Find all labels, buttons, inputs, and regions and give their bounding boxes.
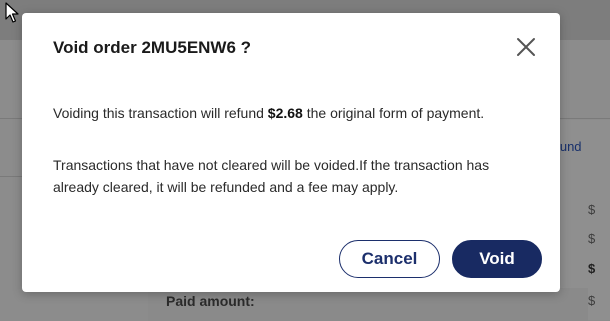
void-button[interactable]: Void	[452, 240, 542, 278]
cancel-button[interactable]: Cancel	[339, 240, 440, 278]
refund-message-prefix: Voiding this transaction will refund	[53, 105, 268, 121]
close-icon	[517, 38, 535, 56]
refund-amount: $2.68	[267, 105, 303, 121]
background-amount: $	[588, 231, 596, 246]
mouse-pointer-icon	[5, 2, 19, 23]
close-button[interactable]	[514, 35, 538, 59]
background-amount: $	[588, 261, 596, 276]
background-amount: $	[588, 202, 596, 217]
refund-message: Voiding this transaction will refund $2.…	[53, 102, 533, 124]
void-policy-note: Transactions that have not cleared will …	[53, 157, 490, 195]
dialog-title: Void order 2MU5ENW6 ?	[53, 38, 252, 57]
background-paid-amount-label: Paid amount:	[166, 293, 255, 309]
background-amount: $	[588, 293, 596, 308]
void-order-dialog: Void order 2MU5ENW6 ? Voiding this trans…	[22, 13, 560, 292]
refund-message-suffix: the original form of payment.	[302, 105, 485, 121]
